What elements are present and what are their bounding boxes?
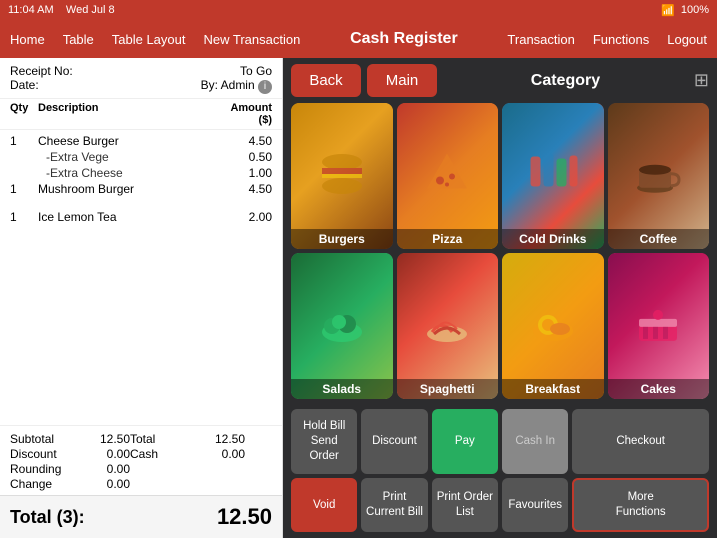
cash-label: Cash [130,447,190,461]
receipt-header: Receipt No: To Go Date: By: Admin i [0,58,282,99]
category-item-breakfast[interactable]: Breakfast [502,253,604,399]
nav-home[interactable]: Home [8,28,47,51]
total-label: Total (3): [10,507,85,528]
print-order-list-button[interactable]: Print OrderList [432,478,498,532]
col-amt-header: Amount ($) [217,102,272,126]
battery-label: 100% [681,4,709,16]
category-item-coffee[interactable]: Coffee [608,103,710,249]
receipt-panel: Receipt No: To Go Date: By: Admin i Qty … [0,58,283,538]
category-header: Back Main Category ⊞ [283,58,717,103]
status-bar: 11:04 AM Wed Jul 8 📶 100% [0,0,717,20]
col-qty-header: Qty [10,102,38,126]
category-item-pizza[interactable]: Pizza [397,103,499,249]
nav-transaction[interactable]: Transaction [505,28,576,51]
action-buttons-row1: Hold BillSend Order Discount Pay Cash In… [283,405,717,478]
rounding-value: 0.00 [80,462,130,476]
main-layout: Receipt No: To Go Date: By: Admin i Qty … [0,58,717,538]
col-desc-header: Description [38,102,217,126]
change-label: Change [10,477,80,491]
receipt-item[interactable]: 1 Mushroom Burger 4.50 [10,182,272,196]
discount-label: Discount [10,447,80,461]
right-panel: Back Main Category ⊞ Burgers Pizza [283,58,717,538]
main-button[interactable]: Main [367,64,437,97]
subtotal-label: Subtotal [10,432,80,446]
grid-view-icon[interactable]: ⊞ [694,70,709,91]
category-item-spaghetti[interactable]: Spaghetti [397,253,499,399]
category-label-pizza: Pizza [397,229,499,249]
subtotal-value: 12.50 [80,432,130,446]
category-label-salads: Salads [291,379,393,399]
receipt-item-modifier: -Extra Cheese 1.00 [10,166,272,180]
back-button[interactable]: Back [291,64,361,97]
receipt-column-headers: Qty Description Amount ($) [0,99,282,130]
nav-title: Cash Register [302,30,505,48]
print-current-bill-button[interactable]: PrintCurrent Bill [361,478,427,532]
pay-button[interactable]: Pay [432,409,498,474]
category-item-cakes[interactable]: Cakes [608,253,710,399]
wifi-icon: 📶 [661,4,675,17]
date-label: Date: [10,78,39,94]
receipt-total-bar: Total (3): 12.50 [0,495,282,538]
by-admin-label: By: Admin i [201,78,272,94]
hold-bill-button[interactable]: Hold BillSend Order [291,409,357,474]
receipt-item[interactable]: 1 Ice Lemon Tea 2.00 [10,210,272,224]
receipt-item-modifier: -Extra Vege 0.50 [10,150,272,164]
checkout-button[interactable]: Checkout [572,409,709,474]
category-item-cold-drinks[interactable]: Cold Drinks [502,103,604,249]
nav-logout[interactable]: Logout [665,28,709,51]
nav-table-layout[interactable]: Table Layout [110,28,188,51]
to-go-label: To Go [240,64,272,78]
rounding-label: Rounding [10,462,80,476]
nav-new-transaction[interactable]: New Transaction [202,28,303,51]
status-time-date: 11:04 AM Wed Jul 8 [8,4,115,16]
category-label-spaghetti: Spaghetti [397,379,499,399]
category-item-burgers[interactable]: Burgers [291,103,393,249]
receipt-item[interactable]: 1 Cheese Burger 4.50 [10,134,272,148]
cash-value: 0.00 [190,447,245,461]
category-label-coffee: Coffee [608,229,710,249]
category-title: Category [443,72,688,90]
category-label-breakfast: Breakfast [502,379,604,399]
total-summary-value: 12.50 [190,432,245,446]
category-label-cakes: Cakes [608,379,710,399]
action-buttons-row2: Void PrintCurrent Bill Print OrderList F… [283,478,717,538]
category-item-salads[interactable]: Salads [291,253,393,399]
status-time: 11:04 AM [8,4,54,16]
receipt-totals: Subtotal 12.50 Total 12.50 Discount 0.00… [0,425,282,495]
category-label-cold-drinks: Cold Drinks [502,229,604,249]
favourites-button[interactable]: Favourites [502,478,568,532]
total-amount: 12.50 [217,504,272,530]
info-icon[interactable]: i [258,80,272,94]
category-label-burgers: Burgers [291,229,393,249]
discount-button[interactable]: Discount [361,409,427,474]
discount-value: 0.00 [80,447,130,461]
category-grid: Burgers Pizza Cold Drinks [283,103,717,405]
void-button[interactable]: Void [291,478,357,532]
cash-in-button[interactable]: Cash In [502,409,568,474]
change-value: 0.00 [80,477,130,491]
total-summary-label: Total [130,432,190,446]
receipt-no-label: Receipt No: [10,64,73,78]
nav-functions[interactable]: Functions [591,28,651,51]
nav-bar: Home Table Table Layout New Transaction … [0,20,717,58]
more-functions-button[interactable]: MoreFunctions [572,478,709,532]
nav-table[interactable]: Table [61,28,96,51]
status-date: Wed Jul 8 [66,4,115,16]
receipt-items-list: 1 Cheese Burger 4.50 -Extra Vege 0.50 -E… [0,130,282,425]
